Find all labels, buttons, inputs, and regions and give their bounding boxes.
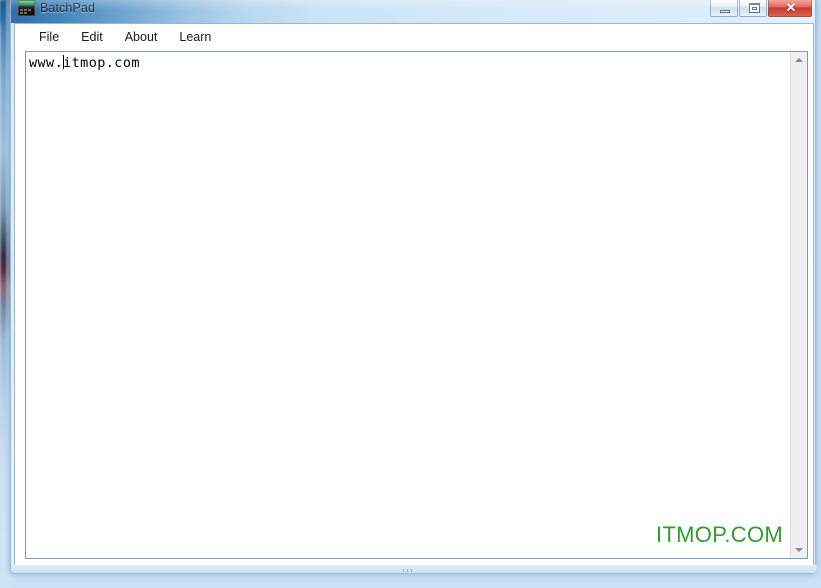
editor-text-after-caret: itmop.com [63, 55, 140, 71]
menu-item-edit[interactable]: Edit [70, 27, 114, 48]
scroll-up-button[interactable] [791, 52, 807, 69]
close-button[interactable]: ✕ [768, 0, 812, 17]
menu-item-learn[interactable]: Learn [168, 27, 222, 48]
menu-item-about[interactable]: About [114, 27, 169, 48]
minimize-button[interactable] [710, 0, 738, 17]
chevron-up-icon [795, 58, 803, 62]
editor-text-content[interactable]: www.itmop.com [29, 55, 774, 72]
menu-item-file[interactable]: File [28, 27, 70, 48]
minimize-icon [720, 10, 730, 13]
batchpad-window: BatchPad ✕ File Edit About Learn www.itm… [10, 0, 817, 574]
chevron-down-icon [795, 548, 803, 552]
maximize-restore-button[interactable] [739, 0, 767, 17]
title-bar[interactable]: BatchPad ✕ [11, 0, 815, 23]
batch-console-icon [18, 0, 35, 16]
vertical-scrollbar[interactable] [790, 52, 807, 558]
client-area: File Edit About Learn www.itmop.com ITMO… [14, 23, 814, 567]
resize-grip-icon[interactable] [403, 569, 425, 572]
close-icon: ✕ [785, 0, 797, 15]
scroll-down-button[interactable] [791, 541, 807, 558]
restore-icon [749, 3, 760, 13]
itmop-watermark: ITMOP.COM [656, 522, 783, 547]
editor-text-before-caret: www. [29, 55, 64, 71]
menu-bar: File Edit About Learn [15, 24, 813, 50]
editor-panel[interactable]: www.itmop.com ITMOP.COM [25, 51, 808, 559]
window-controls: ✕ [709, 0, 812, 18]
window-bottom-edge [11, 565, 817, 573]
window-title: BatchPad [40, 1, 96, 15]
